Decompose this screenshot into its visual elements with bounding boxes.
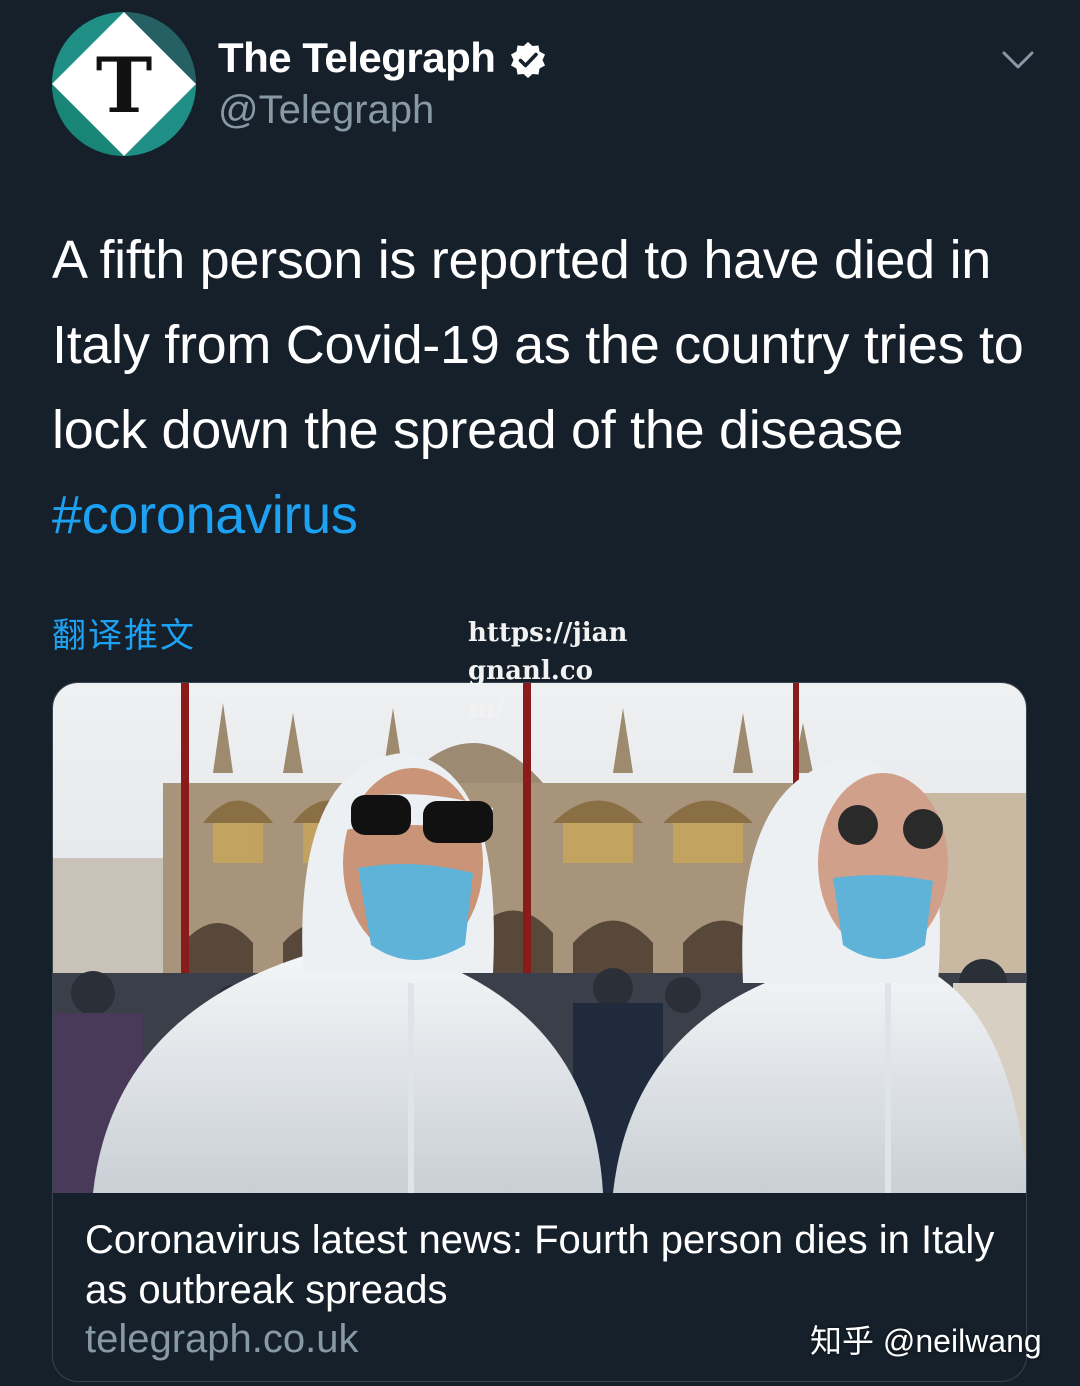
zhihu-watermark: 知乎 @neilwang	[810, 1323, 1042, 1359]
tweet-header: T The Telegraph @Telegraph	[52, 12, 1052, 162]
tweet-body: A fifth person is reported to have died …	[52, 230, 1024, 460]
tweet-text: A fifth person is reported to have died …	[52, 218, 1032, 558]
card-title[interactable]: Coronavirus latest news: Fourth person d…	[85, 1215, 1005, 1315]
card-domain: telegraph.co.uk	[85, 1317, 359, 1361]
display-name[interactable]: The Telegraph	[218, 34, 496, 82]
card-image	[53, 683, 1026, 1193]
telegraph-logo-icon: T	[52, 12, 196, 156]
translate-tweet-link[interactable]: 翻译推文	[52, 608, 196, 657]
avatar[interactable]: T	[52, 12, 196, 156]
link-preview-card[interactable]: Coronavirus latest news: Fourth person d…	[52, 682, 1027, 1382]
user-handle[interactable]: @Telegraph	[218, 88, 434, 133]
url-watermark: https://jiangnanl.com/	[468, 618, 628, 724]
avatar-letter: T	[96, 41, 153, 130]
chevron-down-icon[interactable]	[1000, 42, 1036, 78]
verified-badge-icon	[511, 42, 545, 78]
hashtag-link[interactable]: #coronavirus	[52, 485, 358, 545]
